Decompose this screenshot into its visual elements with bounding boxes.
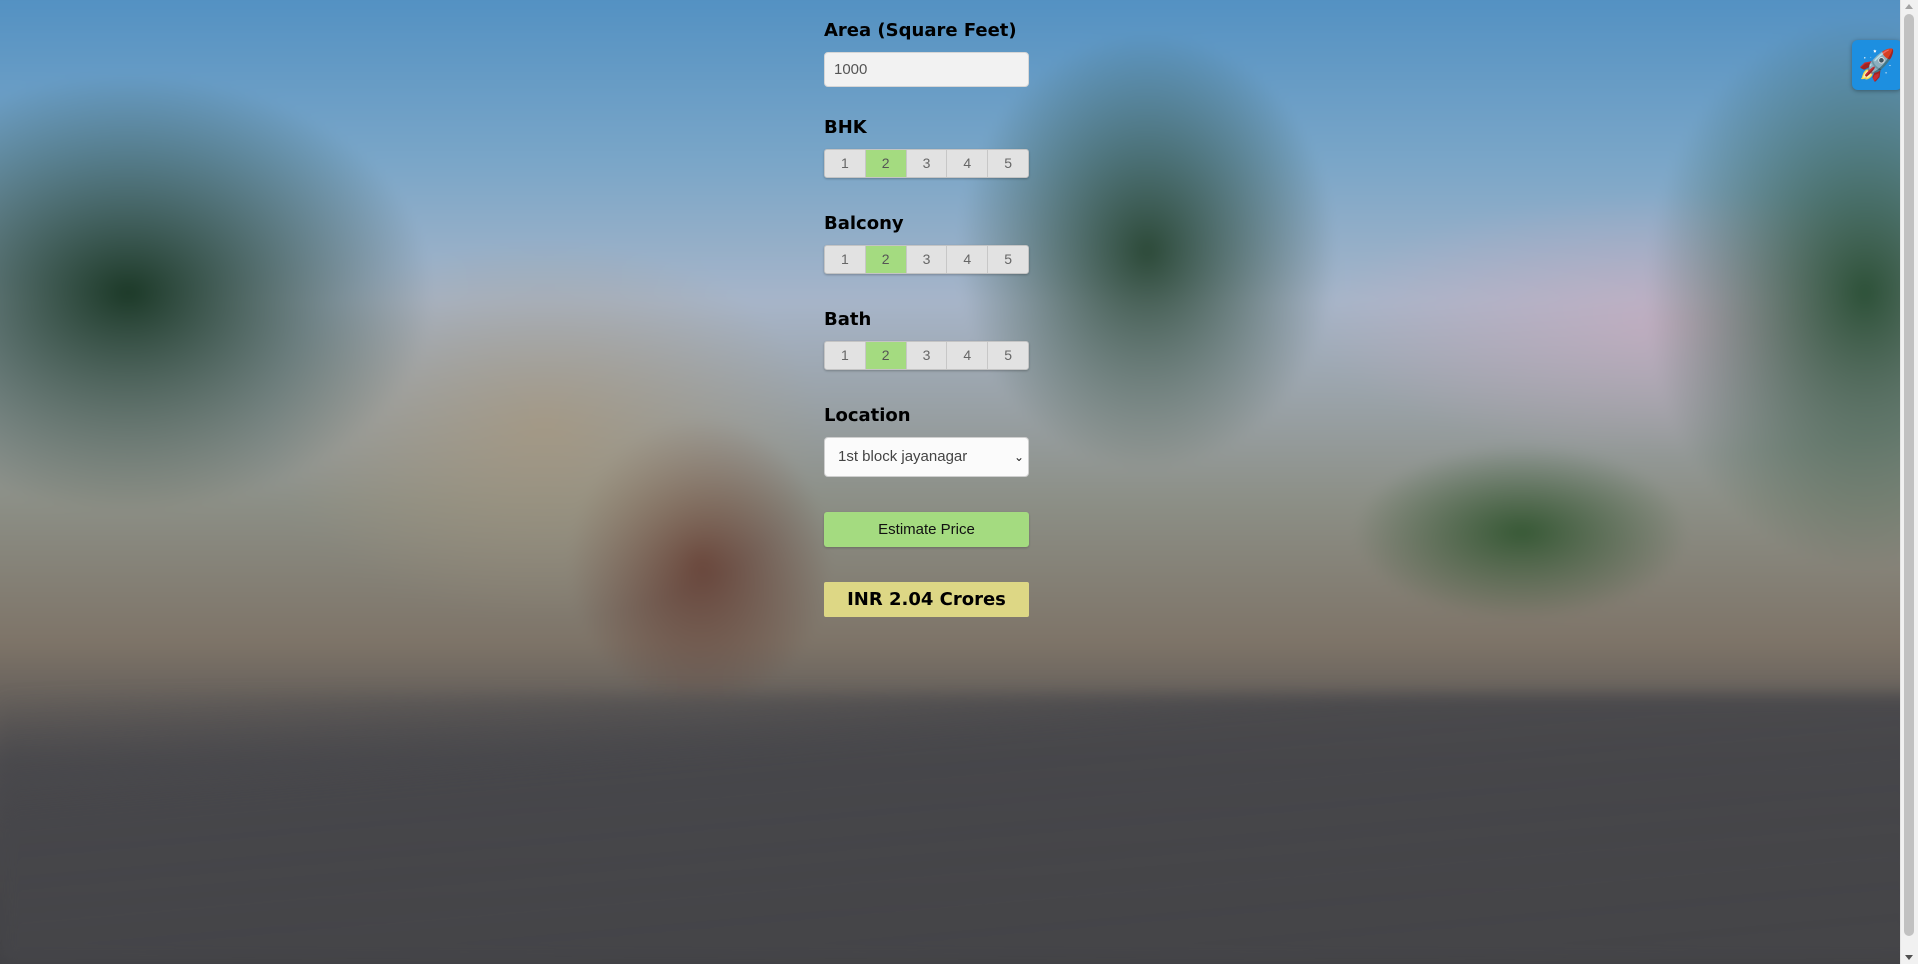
location-selected-value: 1st block jayanagar	[838, 448, 968, 465]
bhk-label: BHK	[824, 117, 867, 138]
estimated-price-result: INR 2.04 Crores	[824, 582, 1029, 617]
bhk-option-3[interactable]: 3	[907, 150, 948, 177]
chevron-down-icon: ⌄	[1013, 450, 1024, 464]
area-input[interactable]	[824, 52, 1029, 87]
bhk-option-2[interactable]: 2	[865, 150, 907, 177]
location-select[interactable]: 1st block jayanagar ⌄	[824, 437, 1029, 477]
background-road	[0, 694, 1918, 964]
balcony-option-5[interactable]: 5	[988, 246, 1028, 273]
vertical-scrollbar[interactable]	[1900, 0, 1918, 964]
balcony-label: Balcony	[824, 213, 904, 234]
scroll-up-arrow-icon[interactable]	[1905, 4, 1913, 9]
bath-option-3[interactable]: 3	[907, 342, 948, 369]
bhk-option-5[interactable]: 5	[988, 150, 1028, 177]
scrollbar-thumb[interactable]	[1904, 14, 1914, 936]
balcony-option-4[interactable]: 4	[947, 246, 989, 273]
rocket-icon[interactable]: 🚀	[1852, 40, 1902, 90]
balcony-option-2[interactable]: 2	[865, 246, 907, 273]
bath-option-5[interactable]: 5	[988, 342, 1028, 369]
page: Area (Square Feet) BHK 1 2 3 4 5 Balcony…	[0, 0, 1918, 964]
bath-option-4[interactable]: 4	[947, 342, 989, 369]
bath-options: 1 2 3 4 5	[824, 341, 1029, 370]
bath-option-2[interactable]: 2	[865, 342, 907, 369]
scroll-down-arrow-icon[interactable]	[1905, 955, 1913, 960]
balcony-option-1[interactable]: 1	[825, 246, 866, 273]
bath-label: Bath	[824, 309, 872, 330]
bhk-option-4[interactable]: 4	[947, 150, 989, 177]
balcony-options: 1 2 3 4 5	[824, 245, 1029, 274]
bhk-option-1[interactable]: 1	[825, 150, 866, 177]
estimate-price-button[interactable]: Estimate Price	[824, 512, 1029, 547]
bath-option-1[interactable]: 1	[825, 342, 866, 369]
area-label: Area (Square Feet)	[824, 20, 1017, 41]
bhk-options: 1 2 3 4 5	[824, 149, 1029, 178]
price-estimate-form: Area (Square Feet) BHK 1 2 3 4 5 Balcony…	[824, 18, 1029, 617]
balcony-option-3[interactable]: 3	[907, 246, 948, 273]
location-label: Location	[824, 405, 911, 426]
